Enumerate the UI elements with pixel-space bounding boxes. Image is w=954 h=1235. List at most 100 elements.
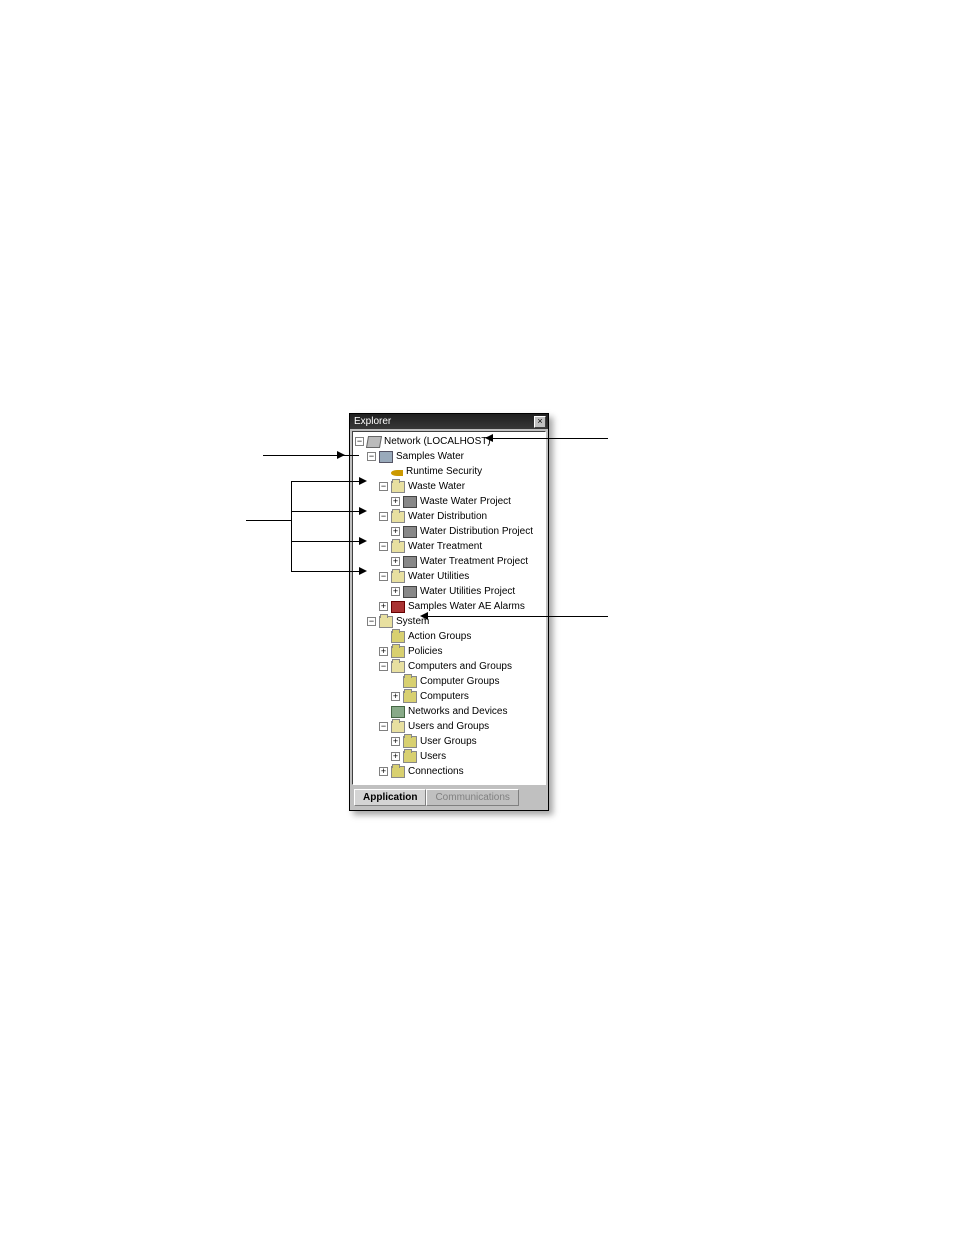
tree-node-user-groups[interactable]: + User Groups <box>355 734 545 749</box>
tab-application[interactable]: Application <box>354 789 426 806</box>
project-icon <box>403 496 417 508</box>
network-icon <box>366 436 382 448</box>
tree-node-water-treatment[interactable]: − Water Treatment <box>355 539 545 554</box>
tree-node-users[interactable]: + Users <box>355 749 545 764</box>
tree-label: Water Treatment <box>408 541 482 552</box>
explorer-panel: Explorer × − Network (LOCALHOST) − Sampl… <box>349 413 549 811</box>
folder-icon <box>403 691 417 703</box>
tree-label: Connections <box>408 766 464 777</box>
tree-node-users-and-groups[interactable]: − Users and Groups <box>355 719 545 734</box>
expand-icon[interactable]: + <box>379 602 388 611</box>
expand-icon[interactable]: + <box>391 557 400 566</box>
folder-open-icon <box>391 571 405 583</box>
folder-open-icon <box>391 541 405 553</box>
collapse-icon[interactable]: − <box>379 662 388 671</box>
expand-icon[interactable]: + <box>391 587 400 596</box>
expand-icon[interactable]: + <box>379 767 388 776</box>
tree-label: User Groups <box>420 736 477 747</box>
tree-node-waste-water[interactable]: − Waste Water <box>355 479 545 494</box>
tree-label: Computer Groups <box>420 676 499 687</box>
callout-line <box>291 511 359 512</box>
tree-label: Network (LOCALHOST) <box>384 436 491 447</box>
tab-communications[interactable]: Communications <box>426 789 518 806</box>
tree-label: Runtime Security <box>406 466 482 477</box>
tree-node-computer-groups[interactable]: · Computer Groups <box>355 674 545 689</box>
callout-line <box>291 481 359 482</box>
arrow-left-icon <box>420 612 428 620</box>
project-icon <box>403 526 417 538</box>
tree-node-policies[interactable]: + Policies <box>355 644 545 659</box>
application-icon <box>379 451 393 463</box>
callout-line <box>428 616 608 617</box>
arrow-right-icon <box>359 477 367 485</box>
tree-label: Users <box>420 751 446 762</box>
callout-line <box>291 541 359 542</box>
collapse-icon[interactable]: − <box>367 617 376 626</box>
tree-label: Samples Water <box>396 451 464 462</box>
callout-line <box>246 520 291 521</box>
folder-icon <box>403 676 417 688</box>
tree-node-water-treatment-project[interactable]: + Water Treatment Project <box>355 554 545 569</box>
explorer-title: Explorer <box>354 416 391 427</box>
tree-label: Networks and Devices <box>408 706 507 717</box>
callout-line <box>291 481 292 572</box>
collapse-icon[interactable]: − <box>367 452 376 461</box>
collapse-icon[interactable]: − <box>355 437 364 446</box>
network-devices-icon <box>391 706 405 718</box>
folder-icon <box>391 646 405 658</box>
folder-open-icon <box>391 661 405 673</box>
collapse-icon[interactable]: − <box>379 572 388 581</box>
collapse-icon[interactable]: − <box>379 542 388 551</box>
tree-label: Water Utilities <box>408 571 469 582</box>
tab-bar: Application Communications <box>350 787 548 810</box>
key-icon <box>391 470 403 476</box>
tree-node-water-distribution[interactable]: − Water Distribution <box>355 509 545 524</box>
tree-label: Water Treatment Project <box>420 556 528 567</box>
arrow-right-icon <box>359 507 367 515</box>
tree-label: Water Utilities Project <box>420 586 515 597</box>
tree-node-samples-water[interactable]: − Samples Water <box>355 449 545 464</box>
tree-node-water-utilities-project[interactable]: + Water Utilities Project <box>355 584 545 599</box>
callout-line <box>291 571 359 572</box>
tree-view[interactable]: − Network (LOCALHOST) − Samples Water · … <box>352 431 546 785</box>
folder-icon <box>403 751 417 763</box>
expand-icon[interactable]: + <box>391 497 400 506</box>
collapse-icon[interactable]: − <box>379 512 388 521</box>
folder-icon <box>391 631 405 643</box>
alarm-icon <box>391 601 405 613</box>
expand-icon[interactable]: + <box>379 647 388 656</box>
tree-label: Waste Water <box>408 481 465 492</box>
explorer-titlebar[interactable]: Explorer × <box>350 414 548 429</box>
tree-node-water-distribution-project[interactable]: + Water Distribution Project <box>355 524 545 539</box>
tree-label: Action Groups <box>408 631 471 642</box>
collapse-icon[interactable]: − <box>379 482 388 491</box>
expand-icon[interactable]: + <box>391 692 400 701</box>
folder-open-icon <box>391 721 405 733</box>
folder-open-icon <box>379 616 393 628</box>
tree-label: Users and Groups <box>408 721 489 732</box>
tree-node-water-utilities[interactable]: − Water Utilities <box>355 569 545 584</box>
tree-label: Samples Water AE Alarms <box>408 601 525 612</box>
folder-open-icon <box>391 511 405 523</box>
expand-icon[interactable]: + <box>391 752 400 761</box>
expand-icon[interactable]: + <box>391 737 400 746</box>
tree-node-networks-and-devices[interactable]: · Networks and Devices <box>355 704 545 719</box>
tree-label: Policies <box>408 646 442 657</box>
tree-node-waste-water-project[interactable]: + Waste Water Project <box>355 494 545 509</box>
tree-node-runtime-security[interactable]: · Runtime Security <box>355 464 545 479</box>
folder-icon <box>391 766 405 778</box>
tree-node-network[interactable]: − Network (LOCALHOST) <box>355 434 545 449</box>
arrow-right-icon <box>359 537 367 545</box>
arrow-left-icon <box>485 434 493 442</box>
tree-label: Computers <box>420 691 469 702</box>
tree-node-computers-and-groups[interactable]: − Computers and Groups <box>355 659 545 674</box>
close-icon[interactable]: × <box>534 416 546 428</box>
expand-icon[interactable]: + <box>391 527 400 536</box>
folder-icon <box>403 736 417 748</box>
collapse-icon[interactable]: − <box>379 722 388 731</box>
tree-node-action-groups[interactable]: · Action Groups <box>355 629 545 644</box>
tree-node-connections[interactable]: + Connections <box>355 764 545 779</box>
tree-node-ae-alarms[interactable]: + Samples Water AE Alarms <box>355 599 545 614</box>
tree-node-computers[interactable]: + Computers <box>355 689 545 704</box>
callout-line <box>493 438 608 439</box>
